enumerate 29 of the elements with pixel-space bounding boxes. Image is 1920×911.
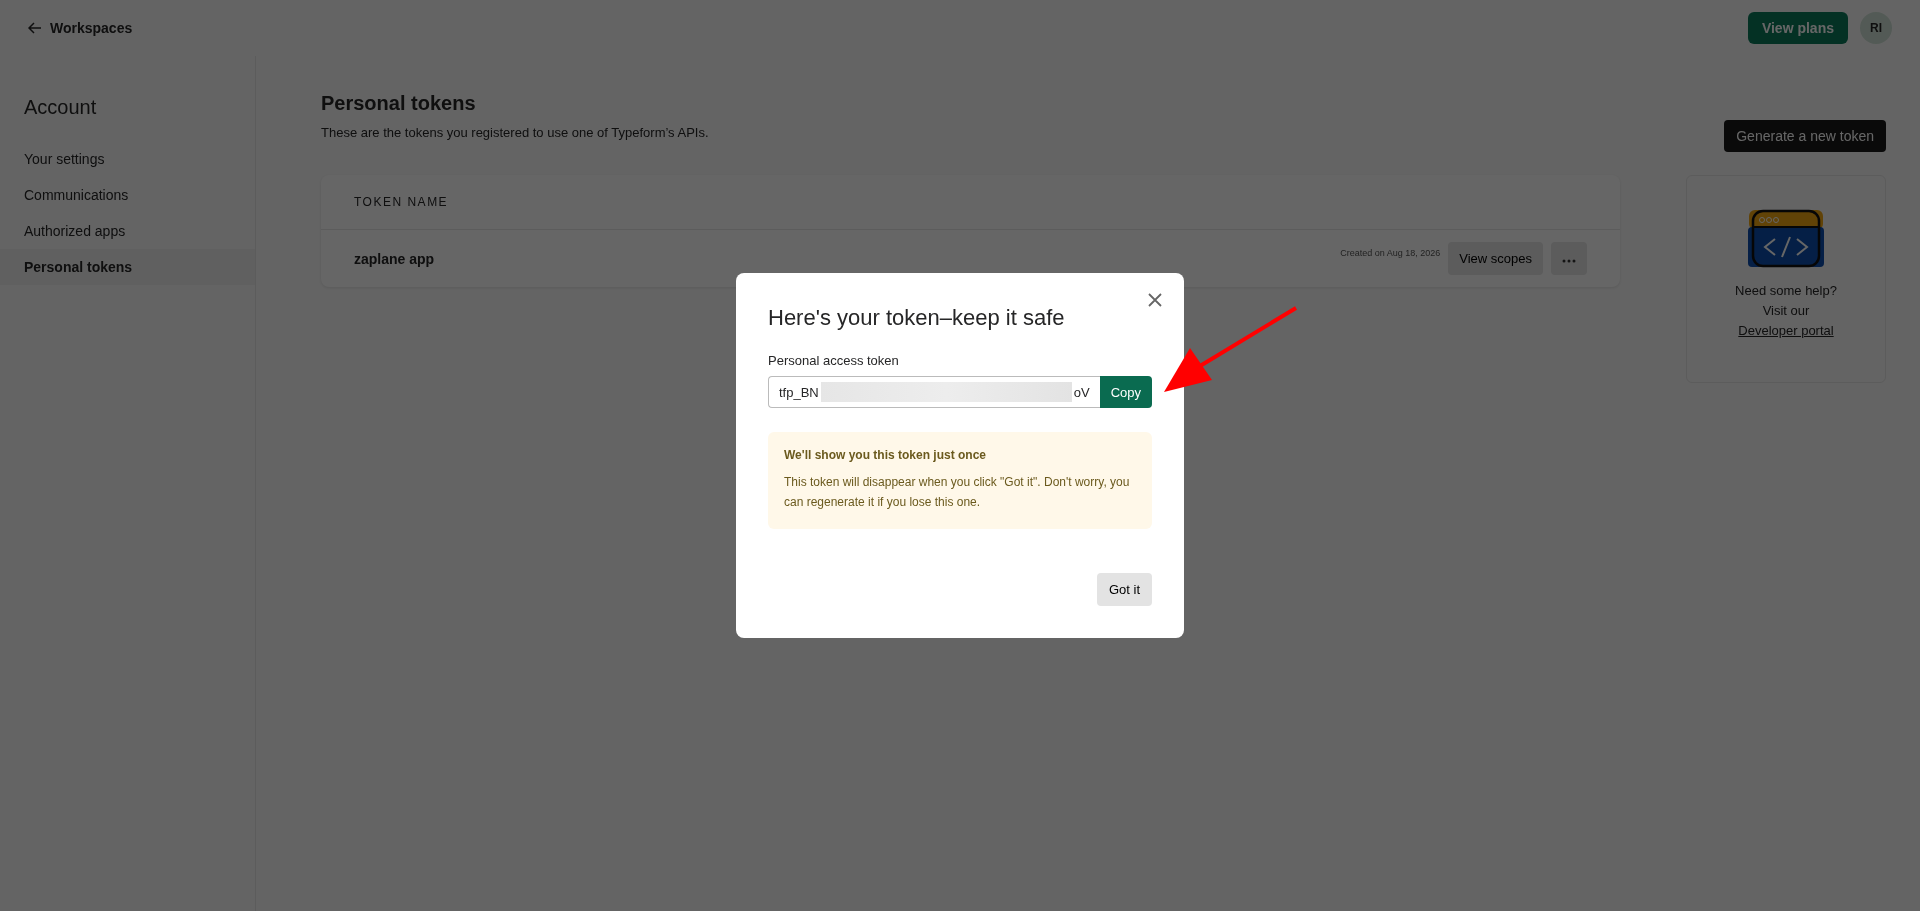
token-field[interactable]: tfp_BN oV bbox=[768, 376, 1100, 408]
notice-text: This token will disappear when you click "Got it". Don't worry, you can regenerate it if you lose this one. bbox=[784, 474, 1131, 512]
more-icon bbox=[1562, 259, 1576, 263]
developer-portal-link[interactable]: Developer portal bbox=[1738, 321, 1834, 342]
copy-button[interactable]: Copy bbox=[1099, 376, 1152, 408]
help-text: Need some help? bbox=[1735, 282, 1837, 300]
page-title: Personal tokens bbox=[321, 92, 477, 115]
token-name: zaplane app bbox=[354, 250, 436, 267]
code-window-icon bbox=[1748, 209, 1824, 269]
notice-title: We'll show you this token just once bbox=[784, 448, 987, 462]
sidebar-item[interactable]: Communications bbox=[0, 177, 255, 213]
sidebar-item[interactable]: Personal tokens bbox=[0, 249, 255, 285]
view-plans-button[interactable]: View plans bbox=[1747, 12, 1848, 44]
column-header: TOKEN NAME bbox=[321, 175, 1620, 230]
back-link[interactable]: Workspaces bbox=[28, 20, 133, 36]
close-icon bbox=[1146, 291, 1164, 309]
back-arrow-icon bbox=[28, 22, 42, 34]
dialog-title: Here's your token–keep it safe bbox=[768, 305, 1066, 331]
help-text: Visit our bbox=[1762, 302, 1810, 321]
user-avatar[interactable]: RI bbox=[1860, 12, 1892, 44]
field-label: Personal access token bbox=[768, 353, 900, 368]
close-button[interactable] bbox=[1146, 291, 1164, 309]
page-subtitle: These are the tokens you registered to use one of Typeform’s APIs. bbox=[321, 125, 709, 140]
sidebar-title: Account bbox=[23, 96, 98, 120]
view-scopes-button[interactable]: View scopes bbox=[1448, 242, 1543, 275]
generate-token-button[interactable]: Generate a new token bbox=[1724, 120, 1886, 152]
sidebar-item[interactable]: Authorized apps bbox=[0, 213, 255, 249]
sidebar-item[interactable]: Your settings bbox=[0, 141, 255, 177]
got-it-button[interactable]: Got it bbox=[1096, 573, 1152, 606]
